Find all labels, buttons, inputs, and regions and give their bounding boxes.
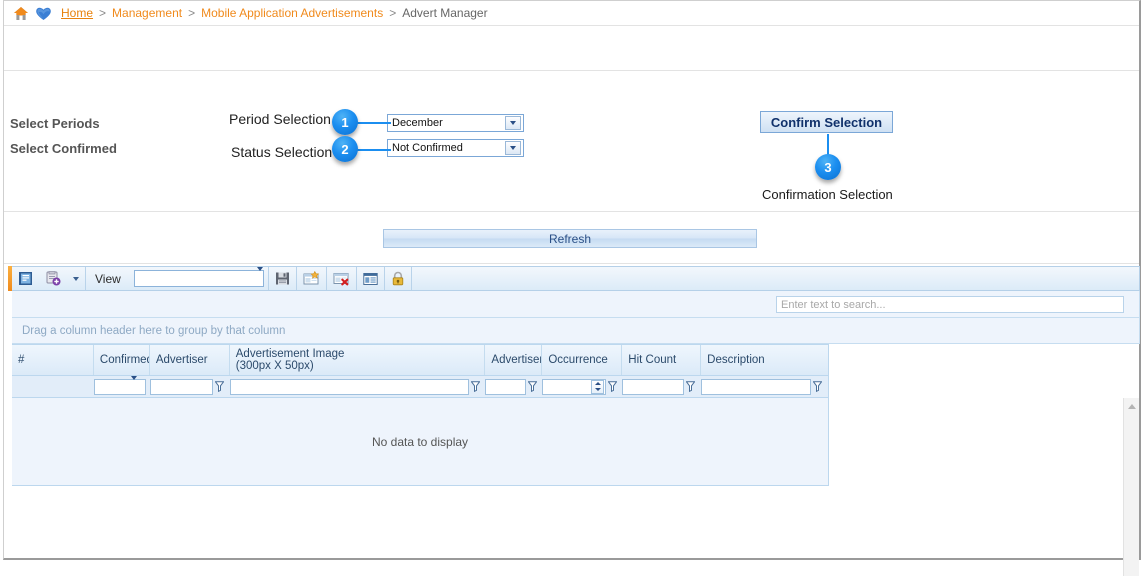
column-header-occurrence-title: Occurrence	[548, 354, 608, 366]
heart-icon[interactable]	[35, 6, 52, 21]
filter-occurrence-spinner[interactable]	[542, 378, 607, 395]
chevron-down-icon[interactable]	[505, 116, 521, 130]
spinner-buttons[interactable]	[591, 379, 605, 394]
status-selection-value: Not Confirmed	[392, 142, 463, 154]
filter-icon[interactable]	[684, 381, 697, 392]
search-input[interactable]: Enter text to search...	[776, 295, 1124, 313]
filter-cell-advertisement-image	[229, 376, 486, 398]
divider-selection	[4, 211, 1139, 212]
data-grid-panel: View Enter text to search... Drag a colu…	[8, 266, 1140, 576]
toolbar-separator-7	[410, 267, 412, 290]
breadcrumb-separator-2: >	[188, 6, 196, 20]
period-selection-value: December	[392, 117, 443, 129]
delete-layout-icon[interactable]	[327, 267, 356, 290]
label-select-periods: Select Periods	[10, 116, 100, 131]
view-label: View	[95, 271, 121, 286]
filter-description-input[interactable]	[701, 378, 812, 395]
chevron-down-icon[interactable]	[67, 267, 85, 290]
filter-hit-count-input[interactable]	[622, 378, 685, 395]
view-combo[interactable]	[133, 267, 264, 287]
filter-cell-hit-count	[622, 376, 701, 398]
filter-icon[interactable]	[526, 381, 539, 392]
callout-connector-3	[827, 134, 829, 156]
confirm-selection-button[interactable]: Confirm Selection	[760, 111, 893, 133]
save-icon[interactable]	[269, 267, 296, 290]
filter-advertisement-input[interactable]	[485, 378, 527, 395]
divider-breadcrumb	[4, 25, 1139, 26]
filter-cell-description	[701, 376, 828, 398]
filter-cell-occurrence	[542, 376, 622, 398]
filter-icon[interactable]	[213, 381, 226, 392]
confirmation-selection-caption: Confirmation Selection	[762, 187, 893, 202]
filter-cell-advertiser	[149, 376, 230, 398]
group-by-panel[interactable]: Drag a column header here to group by th…	[12, 318, 1140, 344]
status-selection-dropdown[interactable]: Not Confirmed	[387, 139, 524, 157]
spinner-down-icon[interactable]	[592, 387, 603, 393]
scroll-up-icon[interactable]	[1127, 404, 1136, 409]
column-header-hit-count[interactable]: Hit Count	[622, 345, 702, 375]
chevron-down-icon[interactable]	[130, 375, 145, 394]
filter-icon[interactable]	[606, 381, 619, 392]
column-header-hit-count-title: Hit Count	[628, 354, 677, 366]
home-icon[interactable]	[13, 6, 29, 21]
divider-refresh	[4, 263, 1139, 264]
filter-cell-confirmed	[93, 375, 150, 398]
filter-advertiser-input[interactable]	[149, 378, 213, 395]
grid-filter-row	[12, 375, 829, 398]
breadcrumb-item-management[interactable]: Management	[112, 6, 182, 20]
lock-icon[interactable]	[385, 267, 411, 290]
chevron-down-icon[interactable]	[256, 267, 263, 286]
column-header-description-title: Description	[707, 354, 765, 366]
vertical-scrollbar[interactable]	[1123, 398, 1139, 576]
label-period-selection: Period Selection	[229, 111, 331, 127]
filter-cell-number	[12, 376, 94, 398]
grid-toolbar: View	[12, 266, 1140, 291]
grid-header-row: # Confirmed Advertiser Advertisement Ima…	[12, 344, 829, 376]
page-frame: Home > Management > Mobile Application A…	[3, 0, 1141, 576]
filter-confirmed-dropdown[interactable]	[93, 375, 146, 395]
breadcrumb: Home > Management > Mobile Application A…	[4, 1, 1139, 25]
new-layout-icon[interactable]	[297, 267, 326, 290]
breadcrumb-item-advert-manager: Advert Manager	[402, 6, 488, 20]
divider-header	[4, 70, 1139, 71]
column-header-advertisement-image[interactable]: Advertisement Image (300px X 50px)	[230, 345, 486, 375]
column-header-advertisement[interactable]: Advertisem	[485, 345, 543, 375]
column-header-number-title: #	[18, 354, 25, 366]
callout-2: 2	[332, 136, 358, 162]
column-header-advertisement-title: Advertisem	[491, 354, 541, 366]
callout-3: 3	[815, 154, 841, 180]
filter-advertisement-image-input[interactable]	[229, 378, 469, 395]
filter-icon[interactable]	[811, 381, 824, 392]
breadcrumb-separator-3: >	[389, 6, 397, 20]
period-selection-dropdown[interactable]: December	[387, 114, 524, 132]
refresh-button[interactable]: Refresh	[383, 229, 757, 248]
column-header-occurrence[interactable]: Occurrence	[542, 345, 623, 375]
column-header-confirmed[interactable]: Confirmed	[94, 345, 150, 375]
columns-icon[interactable]	[357, 267, 384, 290]
column-header-advertisement-image-sub: (300px X 50px)	[235, 360, 314, 372]
group-by-hint: Drag a column header here to group by th…	[22, 324, 286, 337]
column-header-description[interactable]: Description	[701, 345, 828, 375]
breadcrumb-item-mobile-application-advertisements[interactable]: Mobile Application Advertisements	[201, 6, 383, 20]
breadcrumb-separator-1: >	[99, 6, 107, 20]
label-status-selection: Status Selection	[231, 144, 333, 160]
breadcrumb-item-home[interactable]: Home	[61, 6, 93, 20]
chevron-down-icon[interactable]	[505, 141, 521, 155]
column-header-advertisement-image-title: Advertisement Image	[235, 348, 345, 360]
filter-icon[interactable]	[469, 381, 482, 392]
search-row: Enter text to search...	[12, 291, 1140, 318]
filter-cell-advertisement	[485, 376, 542, 398]
column-header-advertiser-title: Advertiser	[155, 354, 208, 366]
callout-connector-1	[356, 122, 391, 124]
callout-connector-2	[356, 149, 391, 151]
report-icon[interactable]	[12, 267, 39, 290]
print-preview-icon[interactable]	[39, 267, 67, 290]
column-header-advertiser[interactable]: Advertiser	[150, 345, 230, 375]
column-header-confirmed-title: Confirmed	[99, 354, 150, 366]
column-header-number[interactable]: #	[12, 345, 94, 375]
label-select-confirmed: Select Confirmed	[10, 141, 117, 156]
callout-1: 1	[332, 109, 358, 135]
grid-empty-message: No data to display	[12, 398, 829, 486]
